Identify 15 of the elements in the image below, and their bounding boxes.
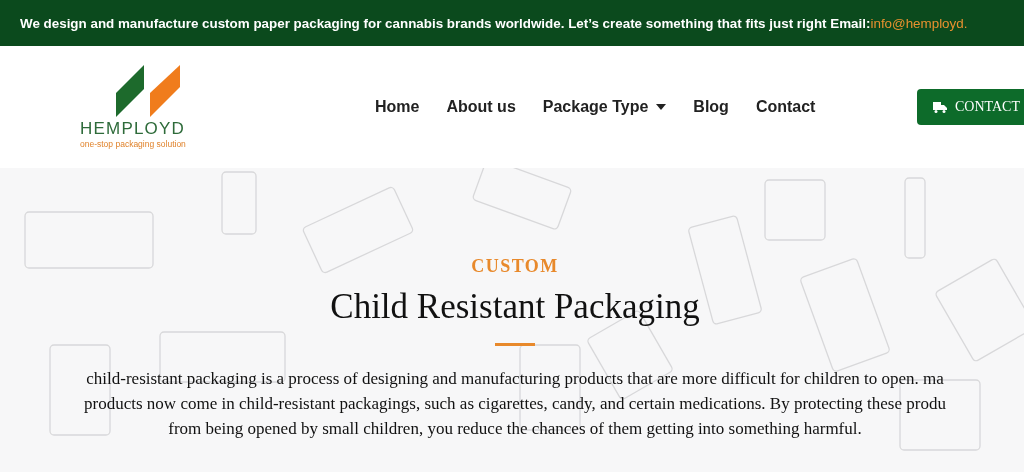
logo-name: HEMPLOYD (80, 119, 185, 139)
contact-button[interactable]: CONTACT (917, 89, 1024, 125)
truck-icon (933, 101, 947, 113)
intro-paragraph: child-resistant packaging is a process of designing and manufacturing products that are more difficult for children to open. ma products now come in child-resistant packagings, such as cigarettes, candy, and certain medications. By protecting these produ from being opened by small children, you reduce the chances of them getting into something harmful. (84, 368, 946, 440)
announcement-text: We design and manufacture custom paper packaging for cannabis brands worldwide. Let’s create something that fits just right Email: (20, 15, 871, 31)
page-heading: Child Resistant Packaging (330, 287, 700, 327)
nav-link[interactable]: Home (375, 98, 420, 116)
nav-link[interactable]: Blog (693, 98, 729, 116)
email-link[interactable]: info@hemployd. (870, 15, 968, 31)
nav-link[interactable]: About us (446, 98, 516, 116)
logo-tagline: one-stop packaging solution (80, 139, 186, 149)
nav-link[interactable]: Contact (755, 98, 816, 116)
logo-icon (114, 65, 180, 117)
nav-link[interactable]: Package Type (542, 98, 667, 116)
section-eyebrow: CUSTOM (471, 256, 559, 277)
